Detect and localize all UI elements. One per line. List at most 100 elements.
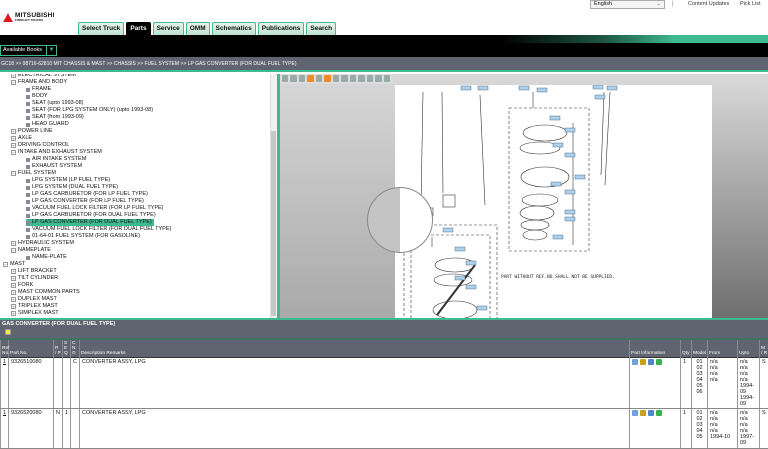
parts-diagram[interactable]: PART WITHOUT REF.NO.SHALL NOT BE SUPPLIE… bbox=[395, 85, 712, 318]
expand-icon[interactable]: + bbox=[11, 297, 16, 302]
zoom-out-icon[interactable] bbox=[333, 75, 339, 82]
leaf-icon[interactable] bbox=[26, 158, 30, 162]
tree-item[interactable]: +TILT CYLINDER bbox=[11, 275, 58, 282]
card-icon[interactable] bbox=[648, 359, 654, 365]
tree-item[interactable]: AIR INTAKE SYSTEM bbox=[26, 156, 86, 163]
tree-item[interactable]: LPG SYSTEM (LP FUEL TYPE) bbox=[26, 177, 110, 184]
tree-item[interactable]: −INTAKE AND EXHAUST SYSTEM bbox=[11, 149, 102, 156]
expand-icon[interactable]: + bbox=[11, 276, 16, 281]
leaf-icon[interactable] bbox=[26, 235, 30, 239]
tree-item[interactable]: +LIFT BRACKET bbox=[11, 268, 57, 275]
rotate-icon[interactable] bbox=[384, 75, 390, 82]
price-icon[interactable] bbox=[640, 359, 646, 365]
leaf-icon[interactable] bbox=[26, 95, 30, 99]
tab-parts[interactable]: Parts bbox=[126, 22, 150, 35]
tree-item[interactable]: −NAMEPLATE bbox=[11, 247, 51, 254]
expand-icon[interactable]: + bbox=[11, 269, 16, 274]
tree-item[interactable]: SEAT (from 1993-09) bbox=[26, 114, 84, 121]
leaf-icon[interactable] bbox=[26, 200, 30, 204]
tab-search[interactable]: Search bbox=[306, 22, 336, 35]
tree-item[interactable]: +HYDRAULIC SYSTEM bbox=[11, 240, 74, 247]
cell-ref[interactable]: 1 bbox=[1, 358, 9, 409]
tab-select-truck[interactable]: Select Truck bbox=[78, 22, 124, 35]
collapse-icon[interactable]: − bbox=[11, 248, 16, 253]
zoom-icon[interactable] bbox=[316, 75, 322, 82]
collapse-icon[interactable]: − bbox=[11, 80, 16, 85]
collapse-icon[interactable]: − bbox=[11, 150, 16, 155]
available-books-dropdown[interactable]: Available Books▼ bbox=[0, 45, 57, 56]
tree-item[interactable]: SEAT (FOR LPG SYSTEM ONLY) (upto 1993-08… bbox=[26, 107, 153, 114]
fit-icon[interactable] bbox=[367, 75, 373, 82]
tab-publications[interactable]: Publications bbox=[258, 22, 305, 35]
leaf-icon[interactable] bbox=[26, 214, 30, 218]
tab-service[interactable]: Service bbox=[153, 22, 184, 35]
tree-item[interactable]: NAME-PLATE bbox=[26, 254, 67, 261]
view-part-icon[interactable] bbox=[632, 359, 638, 365]
dollar-icon[interactable] bbox=[656, 359, 662, 365]
leaf-icon[interactable] bbox=[26, 102, 30, 106]
tree-item[interactable]: HEAD GUARD bbox=[26, 121, 69, 128]
view-part-icon[interactable] bbox=[632, 410, 638, 416]
leaf-icon[interactable] bbox=[26, 193, 30, 197]
leaf-icon[interactable] bbox=[26, 88, 30, 92]
tree-item[interactable]: +TRIPLEX MAST bbox=[11, 303, 58, 310]
tree-item[interactable]: +DUPLEX MAST bbox=[11, 296, 57, 303]
dollar-icon[interactable] bbox=[656, 410, 662, 416]
tree-item[interactable]: BODY bbox=[26, 93, 48, 100]
leaf-icon[interactable] bbox=[26, 221, 30, 225]
tree-item[interactable]: 01-64-01 FUEL SYSTEM (FOR GASOLINE) bbox=[26, 233, 140, 240]
expand-icon[interactable]: + bbox=[11, 74, 16, 78]
tree-item[interactable]: −FRAME AND BODY bbox=[11, 79, 67, 86]
cell-ref[interactable]: 1 bbox=[1, 409, 9, 449]
back-icon[interactable] bbox=[350, 75, 356, 82]
tree-item[interactable]: LPG SYSTEM (DUAL FUEL TYPE) bbox=[26, 184, 118, 191]
tree-scrollbar-thumb[interactable] bbox=[271, 131, 276, 316]
tree-item[interactable]: LP GAS CARBURETOR (FOR LP FUEL TYPE) bbox=[26, 191, 148, 198]
leaf-icon[interactable] bbox=[26, 256, 30, 260]
page-prev-icon[interactable] bbox=[290, 75, 296, 82]
collapse-icon[interactable]: − bbox=[11, 171, 16, 176]
price-icon[interactable] bbox=[640, 410, 646, 416]
expand-icon[interactable]: + bbox=[11, 283, 16, 288]
tree-item[interactable]: +SIMPLEX MAST bbox=[11, 310, 59, 317]
language-select[interactable]: English⌄ bbox=[590, 0, 665, 9]
print-icon[interactable] bbox=[375, 75, 381, 82]
tree-item[interactable]: LP GAS CARBURETOR (FOR DUAL FUEL TYPE) bbox=[26, 212, 156, 219]
page-first-icon[interactable] bbox=[282, 75, 288, 82]
leaf-icon[interactable] bbox=[26, 116, 30, 120]
tree-item[interactable]: +DRIVING CONTROL bbox=[11, 142, 69, 149]
table-row[interactable]: 19326520080N1CONVERTER ASSY, LPG101 02 0… bbox=[1, 409, 768, 449]
expand-icon[interactable]: + bbox=[11, 143, 16, 148]
tab-schematics[interactable]: Schematics bbox=[212, 22, 256, 35]
table-row[interactable]: 19326510080CCONVERTER ASSY, LPG101 02 03… bbox=[1, 358, 768, 409]
expand-icon[interactable]: + bbox=[11, 290, 16, 295]
tree-item[interactable]: EXHAUST SYSTEM bbox=[26, 163, 82, 170]
leaf-icon[interactable] bbox=[26, 123, 30, 127]
tree-item[interactable]: +POWER LINE bbox=[11, 128, 53, 135]
tree-item[interactable]: SEAT (upto 1993-08) bbox=[26, 100, 83, 107]
zoom-in-icon[interactable] bbox=[341, 75, 347, 82]
expand-icon[interactable]: + bbox=[11, 129, 16, 134]
expand-icon[interactable]: + bbox=[11, 311, 16, 316]
tree-item[interactable]: −FUEL SYSTEM bbox=[11, 170, 56, 177]
pick-list-link[interactable]: Pick List bbox=[740, 1, 760, 7]
tab-omm[interactable]: OMM bbox=[186, 22, 210, 35]
page-next-icon[interactable] bbox=[299, 75, 305, 82]
leaf-icon[interactable] bbox=[26, 165, 30, 169]
collapse-icon[interactable]: − bbox=[3, 262, 8, 267]
select-icon[interactable] bbox=[324, 75, 330, 82]
forward-icon[interactable] bbox=[358, 75, 364, 82]
tree-item[interactable]: +AXLE bbox=[11, 135, 32, 142]
card-icon[interactable] bbox=[648, 410, 654, 416]
tree-item[interactable]: VACUUM FUEL LOCK FILTER (FOR LP FUEL TYP… bbox=[26, 205, 164, 212]
leaf-icon[interactable] bbox=[26, 109, 30, 113]
leaf-icon[interactable] bbox=[26, 207, 30, 211]
leaf-icon[interactable] bbox=[26, 179, 30, 183]
tree-item[interactable]: FRAME bbox=[26, 86, 51, 93]
tree-item[interactable]: −MAST bbox=[3, 261, 25, 268]
tree-item[interactable]: +FORK bbox=[11, 282, 33, 289]
content-updates-link[interactable]: Content Updates bbox=[688, 1, 729, 7]
expand-icon[interactable]: + bbox=[11, 241, 16, 246]
leaf-icon[interactable] bbox=[26, 228, 30, 232]
tree-item[interactable]: +MAST COMMON PARTS bbox=[11, 289, 80, 296]
